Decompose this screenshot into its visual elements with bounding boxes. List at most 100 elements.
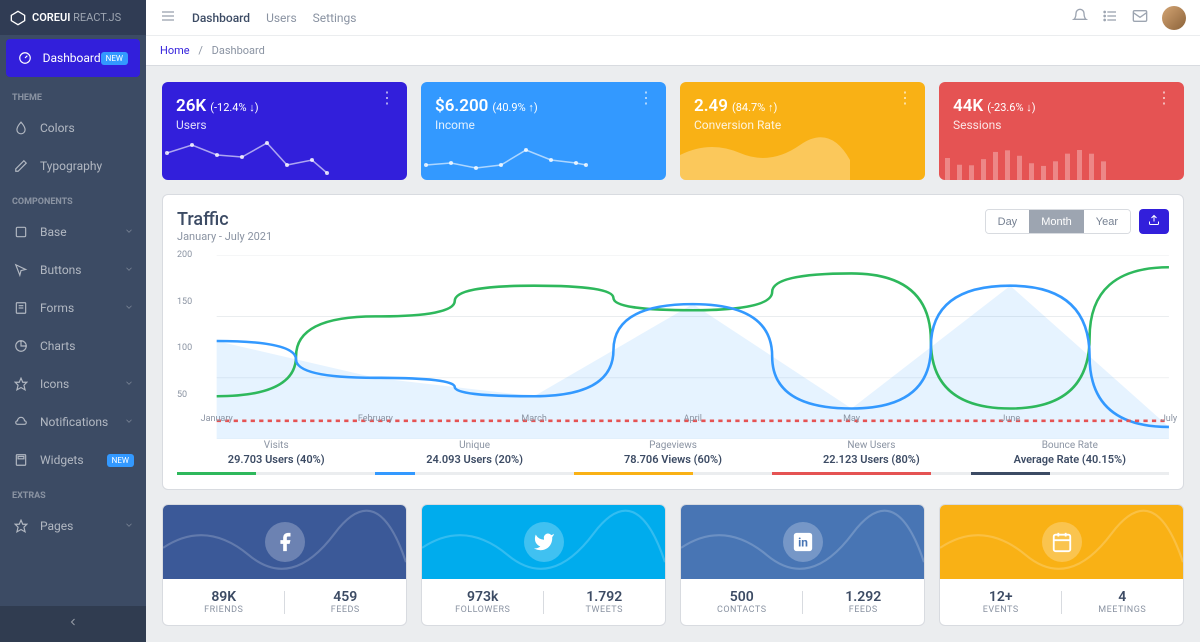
breadcrumb: Home / Dashboard [146,35,1200,65]
bell-icon [12,413,30,431]
sidebar-item-widgets[interactable]: Widgets NEW [0,441,146,479]
traffic-footer-item: Bounce Rate Average Rate (40.15%) [971,440,1169,475]
badge-new: NEW [107,454,134,467]
star-icon [12,517,30,535]
notes-icon [12,299,30,317]
drop-icon [12,119,30,137]
stat-card: ⋮ 2.49 (84.7% ↑) Conversion Rate [680,82,925,180]
chevron-down-icon [124,377,134,391]
range-year[interactable]: Year [1084,210,1130,233]
social-card: in 500CONTACTS 1.292FEEDS [680,504,925,626]
nav-link-settings[interactable]: Settings [313,11,357,25]
more-icon[interactable]: ⋮ [1156,94,1172,102]
sidebar-item-label: Forms [40,301,74,315]
tf-value: Average Rate (40.15%) [971,453,1169,466]
stat-change: (-23.6% ↓) [987,101,1035,114]
sidebar-item-label: Typography [40,159,102,173]
list-icon[interactable] [1102,8,1118,28]
header-nav: Dashboard Users Settings [192,11,357,25]
tf-label: Visits [177,440,375,451]
avatar[interactable] [1162,6,1186,30]
chevron-down-icon [124,225,134,239]
more-icon[interactable]: ⋮ [897,94,913,102]
social-stat: 973kFOLLOWERS [422,579,544,625]
sidebar-item-pages[interactable]: Pages [0,507,146,545]
traffic-chart: 20015010050JanuaryFebruaryMarchAprilMayJ… [177,255,1169,410]
stat-value: 2.49 [694,96,728,116]
sidebar-item-label: Base [40,225,67,239]
download-button[interactable] [1139,209,1169,234]
traffic-title: Traffic [177,209,272,230]
nav-title-theme: THEME [0,81,146,109]
menu-toggle-icon[interactable] [160,8,176,28]
stat-card: ⋮ 44K (-23.6% ↓) Sessions [939,82,1184,180]
sidebar-item-label: Pages [40,519,73,533]
stat-label: Users [176,118,393,132]
traffic-footer-item: Pageviews 78.706 Views (60%) [574,440,772,475]
puzzle-icon [12,223,30,241]
sidebar-item-base[interactable]: Base [0,213,146,251]
sidebar-item-notifications[interactable]: Notifications [0,403,146,441]
range-month[interactable]: Month [1029,210,1084,233]
social-card: 89KFRIENDS 459FEEDS [162,504,407,626]
sidebar-item-charts[interactable]: Charts [0,327,146,365]
pencil-icon [12,157,30,175]
traffic-footer-item: New Users 22.123 Users (80%) [772,440,970,475]
header: Dashboard Users Settings Home / Dashboar… [146,0,1200,66]
traffic-footer-item: Unique 24.093 Users (20%) [375,440,573,475]
sidebar-item-buttons[interactable]: Buttons [0,251,146,289]
stat-change: (40.9% ↑) [492,101,537,114]
sidebar-item-label: Notifications [40,415,108,429]
social-card: 973kFOLLOWERS 1.792TWEETS [421,504,666,626]
nav-title-components: COMPONENTS [0,185,146,213]
stat-value: $6.200 [435,96,488,116]
traffic-subtitle: January - July 2021 [177,230,272,243]
social-card: 12+EVENTS 4MEETINGS [939,504,1184,626]
more-icon[interactable]: ⋮ [638,94,654,102]
sidebar-item-typography[interactable]: Typography [0,147,146,185]
social-stat: 4MEETINGS [1062,579,1184,625]
sidebar-item-forms[interactable]: Forms [0,289,146,327]
nav-link-users[interactable]: Users [266,11,297,25]
sidebar-toggler[interactable] [0,606,146,642]
badge-new: NEW [101,52,128,65]
tf-value: 24.093 Users (20%) [375,453,573,466]
facebook-icon [265,522,305,562]
traffic-card: Traffic January - July 2021 Day Month Ye… [162,194,1184,490]
sidebar-item-label: Icons [40,377,69,391]
bell-icon[interactable] [1072,8,1088,28]
stat-label: Income [435,118,652,132]
sidebar-item-icons[interactable]: Icons [0,365,146,403]
tf-label: New Users [772,440,970,451]
more-icon[interactable]: ⋮ [379,94,395,102]
stat-label: Conversion Rate [694,118,911,132]
social-stat: 459FEEDS [285,579,407,625]
chevron-down-icon [124,301,134,315]
tf-value: 22.123 Users (80%) [772,453,970,466]
stat-value: 44K [953,96,983,116]
brand-sub: REACT.JS [73,11,121,24]
brand-main: COREUI [32,11,70,24]
nav-title-extras: EXTRAS [0,479,146,507]
breadcrumb-home[interactable]: Home [160,44,190,57]
range-day[interactable]: Day [986,210,1030,233]
stat-value: 26K [176,96,206,116]
nav-link-dashboard[interactable]: Dashboard [192,11,250,25]
stat-change: (-12.4% ↓) [210,101,258,114]
social-stat: 1.292FEEDS [803,579,925,625]
twitter-icon [524,522,564,562]
svg-text:in: in [798,536,808,550]
tf-label: Unique [375,440,573,451]
tf-value: 29.703 Users (40%) [177,453,375,466]
envelope-icon[interactable] [1132,8,1148,28]
brand[interactable]: COREUI REACT.JS [0,0,146,35]
chart-icon [12,337,30,355]
social-stat: 89KFRIENDS [163,579,285,625]
sidebar-item-label: Buttons [40,263,82,277]
sidebar-item-colors[interactable]: Colors [0,109,146,147]
sidebar-item-dashboard[interactable]: Dashboard NEW [6,39,140,77]
traffic-footer-item: Visits 29.703 Users (40%) [177,440,375,475]
stat-label: Sessions [953,118,1170,132]
cursor-icon [12,261,30,279]
stat-change: (84.7% ↑) [732,101,777,114]
